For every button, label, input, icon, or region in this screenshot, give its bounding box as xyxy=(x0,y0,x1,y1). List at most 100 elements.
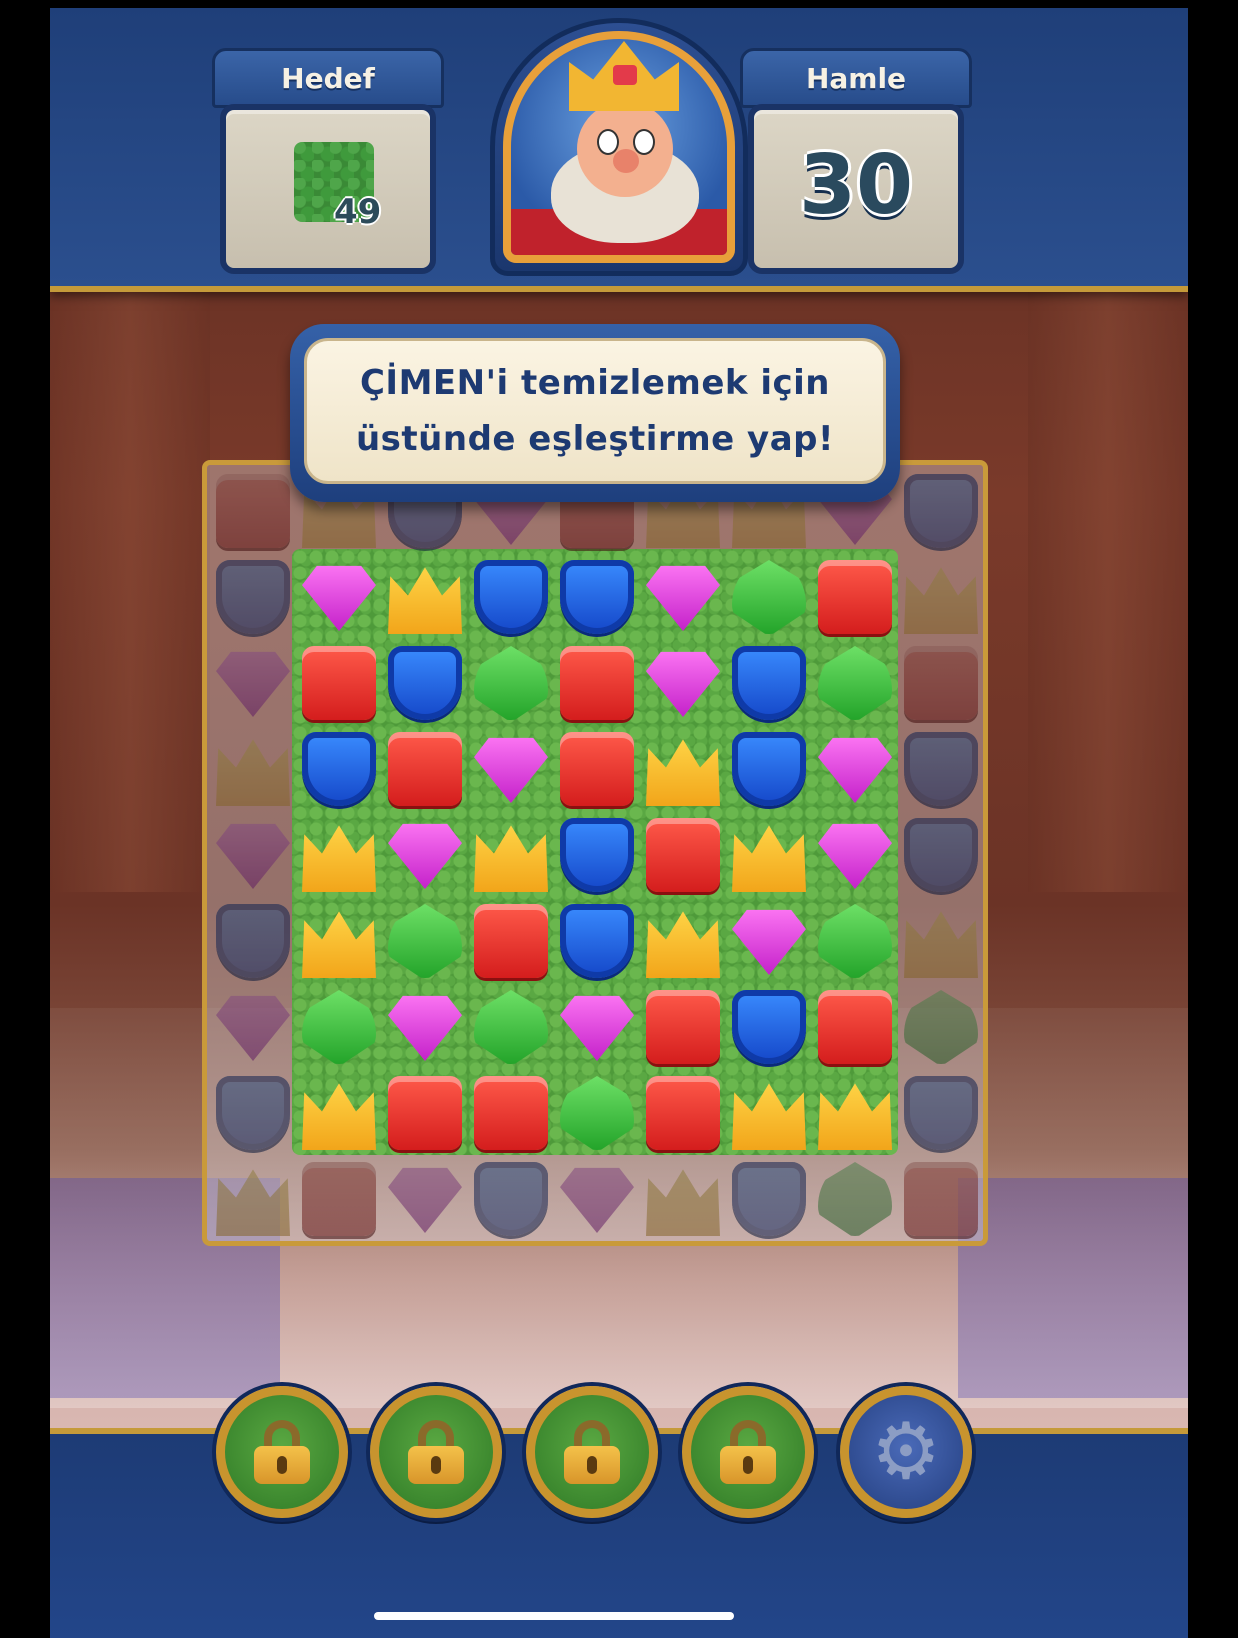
tile-yellow[interactable] xyxy=(640,1156,726,1242)
green-gem-icon xyxy=(732,560,806,634)
red-gem-icon xyxy=(818,990,892,1064)
tile-purple[interactable] xyxy=(210,984,296,1070)
tile-yellow[interactable] xyxy=(210,726,296,812)
tile-red[interactable] xyxy=(382,726,468,812)
tutorial-tooltip[interactable]: ÇİMEN'i temizlemek için üstünde eşleştir… xyxy=(290,324,900,502)
tile-purple[interactable] xyxy=(468,726,554,812)
purple-gem-icon xyxy=(388,995,462,1062)
tile-red[interactable] xyxy=(640,984,726,1070)
tile-purple[interactable] xyxy=(210,640,296,726)
blue-gem-icon xyxy=(732,732,806,806)
tile-yellow[interactable] xyxy=(296,898,382,984)
tile-blue[interactable] xyxy=(210,554,296,640)
tile-blue[interactable] xyxy=(898,726,984,812)
booster-slot-2[interactable] xyxy=(370,1386,502,1518)
booster-slot-3[interactable] xyxy=(526,1386,658,1518)
settings-button[interactable]: ⚙ xyxy=(840,1386,972,1518)
moves-count: 30 xyxy=(798,138,914,233)
tile-red[interactable] xyxy=(468,1070,554,1156)
red-gem-icon xyxy=(646,818,720,892)
tile-yellow[interactable] xyxy=(296,1070,382,1156)
tile-blue[interactable] xyxy=(210,898,296,984)
tile-blue[interactable] xyxy=(554,554,640,640)
tile-yellow[interactable] xyxy=(898,898,984,984)
tile-blue[interactable] xyxy=(726,726,812,812)
tile-blue[interactable] xyxy=(898,812,984,898)
purple-gem-icon xyxy=(302,565,376,632)
tile-blue[interactable] xyxy=(554,812,640,898)
tile-red[interactable] xyxy=(296,1156,382,1242)
tile-red[interactable] xyxy=(812,554,898,640)
tile-blue[interactable] xyxy=(726,984,812,1070)
tile-purple[interactable] xyxy=(640,640,726,726)
tile-blue[interactable] xyxy=(468,554,554,640)
tile-purple[interactable] xyxy=(812,812,898,898)
tile-blue[interactable] xyxy=(898,1070,984,1156)
tile-yellow[interactable] xyxy=(898,554,984,640)
tile-yellow[interactable] xyxy=(210,1156,296,1242)
tile-green[interactable] xyxy=(468,640,554,726)
tile-purple[interactable] xyxy=(554,1156,640,1242)
yellow-gem-icon xyxy=(646,1169,720,1236)
tile-purple[interactable] xyxy=(210,812,296,898)
tile-green[interactable] xyxy=(468,984,554,1070)
tile-green[interactable] xyxy=(812,1156,898,1242)
goal-count: 49 xyxy=(334,192,382,232)
home-indicator[interactable] xyxy=(374,1612,734,1620)
booster-slot-1[interactable] xyxy=(216,1386,348,1518)
tile-yellow[interactable] xyxy=(382,554,468,640)
tile-red[interactable] xyxy=(210,468,296,554)
tile-blue[interactable] xyxy=(898,468,984,554)
tile-blue[interactable] xyxy=(468,1156,554,1242)
tile-purple[interactable] xyxy=(640,554,726,640)
lock-icon xyxy=(564,1420,620,1484)
tile-blue[interactable] xyxy=(726,640,812,726)
tile-purple[interactable] xyxy=(812,726,898,812)
tile-blue[interactable] xyxy=(296,726,382,812)
tile-purple[interactable] xyxy=(726,898,812,984)
tile-blue[interactable] xyxy=(210,1070,296,1156)
tile-red[interactable] xyxy=(554,726,640,812)
purple-gem-icon xyxy=(560,1167,634,1234)
yellow-gem-icon xyxy=(732,825,806,892)
green-gem-icon xyxy=(560,1076,634,1150)
tile-red[interactable] xyxy=(898,1156,984,1242)
carpet-right xyxy=(958,1178,1188,1398)
tile-purple[interactable] xyxy=(554,984,640,1070)
booster-slot-4[interactable] xyxy=(682,1386,814,1518)
tile-blue[interactable] xyxy=(554,898,640,984)
tile-green[interactable] xyxy=(898,984,984,1070)
tile-purple[interactable] xyxy=(382,984,468,1070)
tile-green[interactable] xyxy=(554,1070,640,1156)
tile-green[interactable] xyxy=(382,898,468,984)
tile-yellow[interactable] xyxy=(640,726,726,812)
goal-box: 49 xyxy=(220,104,436,274)
tile-red[interactable] xyxy=(812,984,898,1070)
tile-green[interactable] xyxy=(296,984,382,1070)
tile-yellow[interactable] xyxy=(726,1070,812,1156)
tile-blue[interactable] xyxy=(382,640,468,726)
tile-red[interactable] xyxy=(296,640,382,726)
tile-red[interactable] xyxy=(382,1070,468,1156)
tile-red[interactable] xyxy=(640,812,726,898)
tile-yellow[interactable] xyxy=(812,1070,898,1156)
tile-red[interactable] xyxy=(640,1070,726,1156)
tile-red[interactable] xyxy=(468,898,554,984)
tile-yellow[interactable] xyxy=(296,812,382,898)
tile-red[interactable] xyxy=(898,640,984,726)
tile-yellow[interactable] xyxy=(640,898,726,984)
tile-yellow[interactable] xyxy=(468,812,554,898)
tile-blue[interactable] xyxy=(726,1156,812,1242)
tile-green[interactable] xyxy=(812,898,898,984)
tile-green[interactable] xyxy=(812,640,898,726)
tile-yellow[interactable] xyxy=(726,812,812,898)
tile-purple[interactable] xyxy=(382,812,468,898)
tile-purple[interactable] xyxy=(382,1156,468,1242)
tile-green[interactable] xyxy=(726,554,812,640)
blue-gem-icon xyxy=(216,1076,290,1150)
blue-gem-icon xyxy=(560,560,634,634)
purple-gem-icon xyxy=(216,651,290,718)
goal-label: Hedef xyxy=(212,48,444,108)
tile-purple[interactable] xyxy=(296,554,382,640)
tile-red[interactable] xyxy=(554,640,640,726)
